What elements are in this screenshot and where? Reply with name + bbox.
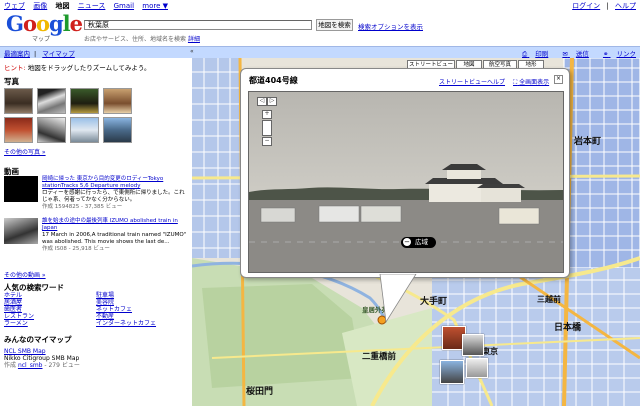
account-links: ログイン | ヘルプ [572,2,636,10]
search-options-link[interactable]: 検索オプションを表示 [358,21,423,31]
photo-marker[interactable] [466,358,488,378]
streetview-infowindow: 都道404号線 ストリートビューヘルプ ⛶ 全画面表示 × ◁ ▷ + − − … [240,68,570,278]
popular-search-link[interactable]: ラーメン [4,320,34,327]
popular-search-link[interactable]: 不動産 [96,313,156,320]
nav-more-link[interactable]: more ▼ [142,2,168,10]
minus-icon: − [403,238,411,246]
logo-word: Google [6,11,83,36]
google-maps-logo[interactable]: Google マップ [6,11,83,44]
popular-search-link[interactable]: 歯医者 [4,306,34,313]
mymap-author-link[interactable]: ncl_smb [18,362,43,369]
nav-images-link[interactable]: 画像 [33,2,47,10]
search-input[interactable]: 秋葉原 [84,20,312,30]
mymap-meta: 作成 ncl_smb - 279 ビュー [4,362,80,369]
video-item: 誰を始まの途中の最後列車 IZUMO abolished train in Ja… [4,218,187,268]
toolbar: 最適案内 | マイマップ ⎙ 印刷 ✉ 送信 ⚭ リンク [0,46,640,58]
video-thumbnail[interactable] [4,218,38,244]
photo-thumb[interactable] [37,117,66,143]
map-label: 日本橋 [554,323,582,333]
streetview-panorama[interactable]: ◁ ▷ + − − 広域 [248,91,564,273]
video-title-link[interactable]: 岡崎に帰った 東京から目的変更のロディーTokyo stationTracks … [42,176,187,190]
pan-right-icon[interactable]: ▷ [267,97,277,106]
popular-search-link[interactable]: レストラン [4,313,34,320]
map-label: 東京 [482,347,498,356]
video-desc: ロディーを感謝に行ったら、で東側所に帰りました。これじゃ系、何者ってかなく分から… [42,190,185,203]
video-meta: 作成 1594825 - 37,385 ビュー [42,204,123,210]
zoom-out-icon[interactable]: − [262,137,272,146]
tip-text: ヒント: 地図をドラッグしたりズームしてみよう。 [4,64,151,72]
pan-left-icon[interactable]: ◁ [257,97,267,106]
photo-thumb[interactable] [37,88,66,114]
streetview-help-link[interactable]: ストリートビューヘルプ [439,77,505,86]
photos-header: 写真 [4,77,19,86]
video-item: 岡崎に帰った 東京から目的変更のロディーTokyo stationTracks … [4,176,187,216]
link-link[interactable]: ⚭ リンク [597,50,636,58]
video-thumbnail[interactable] [4,176,38,202]
top-nav: ウェブ 画像 地図 ニュース Gmail more ▼ ログイン | ヘルプ [0,0,640,10]
mymap-title-link[interactable]: NCL SMB Map [4,348,187,355]
fullscreen-link[interactable]: ⛶ 全画面表示 [513,77,549,87]
photo-thumb[interactable] [103,117,132,143]
side-panel: ヒント: 地図をドラッグしたりズームしてみよう。 写真 その他の写真 » 動画 … [0,58,190,406]
popular-search-link[interactable]: ネットカフェ [96,306,156,313]
directions-link[interactable]: 最適案内 [4,50,30,58]
send-link[interactable]: ✉ 送信 [556,50,589,58]
mail-icon: ✉ [562,50,568,58]
popular-search-link[interactable]: インターネットカフェ [96,320,156,327]
photo-thumb[interactable] [70,88,99,114]
zoom-out-button[interactable]: − 広域 [401,237,436,248]
nav-maps-current: 地図 [55,2,70,10]
close-icon[interactable]: × [554,75,563,84]
nav-news-link[interactable]: ニュース [78,2,106,10]
infowindow-tail [379,274,417,324]
popular-search-link[interactable]: 居酒屋 [4,299,34,306]
photo-thumb[interactable] [70,117,99,143]
video-meta: 作成 IS08 - 25,918 ビュー [42,246,110,252]
print-icon: ⎙ [522,50,528,58]
map-label: 三越前 [537,295,561,304]
logo-sub: マップ [32,36,51,43]
zoom-in-icon[interactable]: + [262,110,272,119]
public-mymaps-header: みんなのマイマップ [4,335,72,344]
search-button[interactable]: 地図を検索 [316,19,353,31]
fullscreen-icon: ⛶ [513,79,518,86]
zoom-slider[interactable] [262,120,272,136]
nav-web-link[interactable]: ウェブ [4,2,25,10]
print-link[interactable]: ⎙ 印刷 [516,50,548,58]
mymaps-link[interactable]: マイマップ [42,50,75,58]
popular-search-link[interactable]: 美容院 [96,299,156,306]
photo-marker[interactable] [462,334,484,356]
more-photos-link[interactable]: その他の写真 » [4,147,46,156]
map-label: 岩本町 [574,137,602,147]
more-videos-link[interactable]: その他の動画 » [4,270,46,279]
photo-thumb[interactable] [103,88,132,114]
login-link[interactable]: ログイン [572,2,600,10]
chain-icon: ⚭ [602,50,609,58]
mymap-desc: Nikko Citigroup SMB Map [4,355,80,362]
video-desc: 17 March in 2006,A traditional train nam… [42,232,187,245]
service-links: ウェブ 画像 地図 ニュース Gmail more ▼ [4,1,174,11]
mymap-item: NCL SMB Map Nikko Citigroup SMB Map 作成 n… [4,348,187,369]
nav-gmail-link[interactable]: Gmail [114,2,134,10]
photo-thumb[interactable] [4,88,33,114]
search-hint: お店やサービス、住所、地域名を検索 詳細 [84,36,200,43]
photo-thumb[interactable] [4,117,33,143]
map-label: 二重橋前 [362,352,397,362]
help-link[interactable]: ヘルプ [615,2,636,10]
popular-search-link[interactable]: ホテル [4,292,34,299]
map-label: 大手町 [420,297,448,307]
photo-marker[interactable] [440,360,464,384]
hint-details-link[interactable]: 詳細 [188,36,200,43]
collapse-panel-icon[interactable]: « [190,48,194,55]
infowindow-title: 都道404号線 [249,76,298,85]
video-title-link[interactable]: 誰を始まの途中の最後列車 IZUMO abolished train in Ja… [42,218,187,232]
map-label: 桜田門 [246,387,274,397]
popular-search-link[interactable]: 駐車場 [96,292,156,299]
